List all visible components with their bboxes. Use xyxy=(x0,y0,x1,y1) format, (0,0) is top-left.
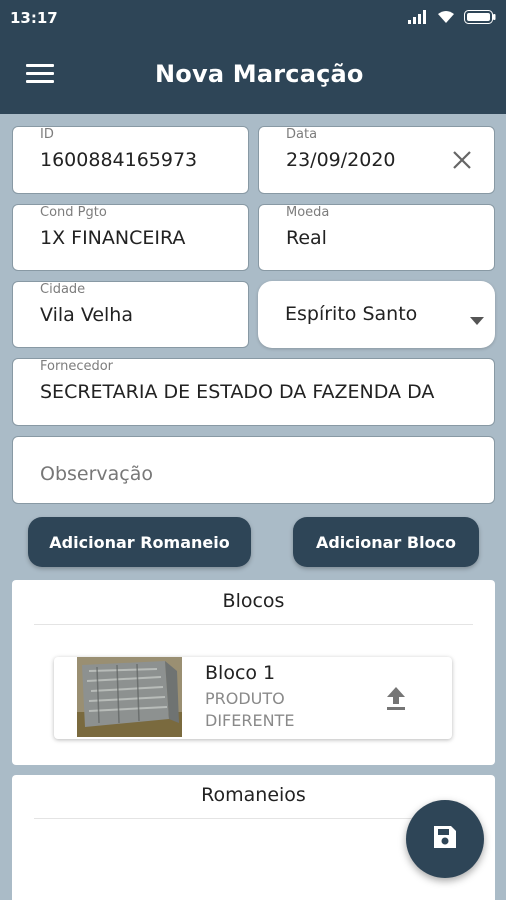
moeda-value: Real xyxy=(286,227,327,249)
status-time: 13:17 xyxy=(10,9,58,27)
clear-date-icon[interactable] xyxy=(451,149,473,171)
status-bar: 13:17 xyxy=(0,0,506,36)
app-bar: Nova Marcação xyxy=(0,36,506,114)
cidade-value: Vila Velha xyxy=(40,304,133,326)
id-field[interactable]: ID 1600884165973 xyxy=(12,126,249,194)
page-title: Nova Marcação xyxy=(155,60,364,88)
moeda-label: Moeda xyxy=(286,205,330,220)
upload-icon[interactable] xyxy=(382,684,410,712)
romaneios-heading: Romaneios xyxy=(201,784,306,806)
add-bloco-button[interactable]: Adicionar Bloco xyxy=(293,517,479,567)
estado-select[interactable]: Espírito Santo xyxy=(258,281,495,348)
estado-value: Espírito Santo xyxy=(285,303,418,325)
date-field[interactable]: Data 23/09/2020 xyxy=(258,126,495,194)
fornecedor-value: SECRETARIA DE ESTADO DA FAZENDA DA xyxy=(40,381,435,403)
save-button[interactable] xyxy=(406,800,484,878)
cidade-label: Cidade xyxy=(40,282,86,297)
date-value: 23/09/2020 xyxy=(286,149,396,171)
fornecedor-field[interactable]: Fornecedor SECRETARIA DE ESTADO DA FAZEN… xyxy=(12,358,495,426)
bloco-thumbnail xyxy=(77,657,182,737)
id-label: ID xyxy=(40,127,54,142)
cond-pgto-value: 1X FINANCEIRA xyxy=(40,227,186,249)
wifi-icon xyxy=(436,9,456,28)
id-value: 1600884165973 xyxy=(40,149,198,171)
bloco-name: Bloco 1 xyxy=(205,662,276,684)
bloco-description: PRODUTO DIFERENTE xyxy=(205,689,295,730)
fornecedor-label: Fornecedor xyxy=(40,359,114,374)
dropdown-arrow-icon xyxy=(470,310,484,329)
romaneios-divider xyxy=(34,818,473,819)
observacao-field[interactable]: Observação xyxy=(12,436,495,504)
blocos-heading: Blocos xyxy=(222,590,285,612)
signal-icon xyxy=(408,9,428,28)
cond-pgto-field[interactable]: Cond Pgto 1X FINANCEIRA xyxy=(12,204,249,271)
save-icon xyxy=(431,823,459,855)
status-icons xyxy=(408,9,496,28)
date-label: Data xyxy=(286,127,318,142)
cond-pgto-label: Cond Pgto xyxy=(40,205,107,220)
battery-icon xyxy=(464,9,496,28)
menu-icon[interactable] xyxy=(26,64,54,86)
add-romaneio-button[interactable]: Adicionar Romaneio xyxy=(28,517,251,567)
cidade-field[interactable]: Cidade Vila Velha xyxy=(12,281,249,348)
blocos-divider xyxy=(34,624,473,625)
bloco-list-item[interactable]: Bloco 1 PRODUTO DIFERENTE xyxy=(54,657,452,739)
observacao-placeholder: Observação xyxy=(40,463,154,485)
blocos-card: Blocos Bloco 1 PRODUTO DIFERENTE xyxy=(12,580,495,765)
moeda-field[interactable]: Moeda Real xyxy=(258,204,495,271)
